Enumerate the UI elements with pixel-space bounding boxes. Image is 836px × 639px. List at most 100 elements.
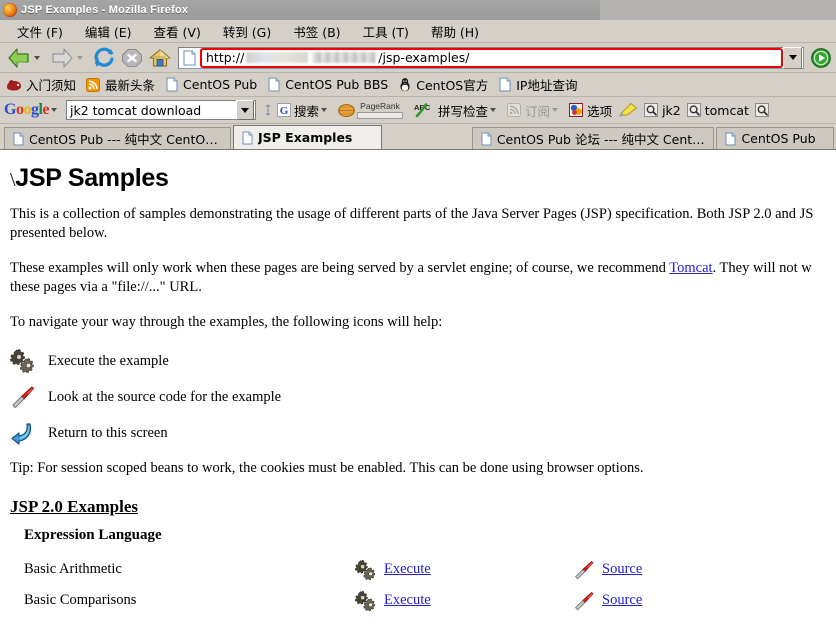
google-logo-caret-icon[interactable] — [51, 108, 57, 112]
navigation-toolbar: http:// /jsp-examples/ — [0, 43, 836, 73]
url-path: /jsp-examples/ — [378, 50, 469, 65]
rss-icon — [507, 103, 522, 117]
bookmark-label: CentOS Pub BBS — [285, 77, 388, 92]
tab-jsp-examples[interactable]: JSP Examples — [233, 125, 382, 149]
intro-paragraph: This is a collection of samples demonstr… — [10, 205, 826, 243]
stop-icon — [120, 47, 144, 69]
home-button[interactable] — [146, 45, 174, 71]
bookmark-label: CentOS Pub — [183, 77, 257, 92]
menu-view[interactable]: 查看 (V) — [143, 20, 212, 43]
gtoolbar-search[interactable]: G 搜索 — [277, 101, 332, 120]
legend-label: Look at the source code for the example — [48, 389, 281, 406]
back-history-caret-icon[interactable] — [34, 56, 40, 60]
gtoolbar-subscribe-caret-icon[interactable] — [552, 108, 558, 112]
reload-button[interactable] — [90, 45, 118, 71]
svg-text:G: G — [280, 105, 289, 117]
servlet-line-2: these pages via a "file://..." URL. — [10, 279, 202, 295]
address-bar[interactable]: http:// /jsp-examples/ — [178, 47, 804, 69]
tab-bar: CentOS Pub --- 纯中文 CentOS 攻略站 JSP Exampl… — [0, 124, 836, 150]
bookmark-latest-headlines[interactable]: 最新头条 — [86, 75, 155, 94]
execute-link[interactable]: Execute — [384, 592, 431, 609]
menu-tools[interactable]: 工具 (T) — [352, 20, 420, 43]
go-button[interactable] — [810, 47, 832, 69]
firefox-icon — [3, 3, 17, 17]
google-logo-e: e — [42, 101, 49, 118]
menu-file[interactable]: 文件 (F) — [6, 20, 74, 43]
gtoolbar-options[interactable]: 选项 — [569, 101, 612, 120]
tab-centos-pub[interactable]: CentOS Pub --- 纯中文 CentOS 攻略站 — [4, 127, 231, 149]
gtoolbar-subscribe[interactable]: 订阅 — [507, 101, 563, 120]
gtoolbar-term-jk2[interactable]: jk2 — [644, 103, 681, 118]
page-icon — [480, 132, 493, 146]
forward-arrow-icon — [49, 46, 75, 70]
menu-bookmarks[interactable]: 书签 (B) — [282, 20, 351, 43]
source-link[interactable]: Source — [602, 561, 642, 578]
example-source-cell: Source — [572, 559, 642, 581]
servlet-text-after: . They will not w — [713, 260, 812, 276]
subsection-title-expression-language: Expression Language — [24, 527, 826, 544]
google-search-box[interactable]: jk2 tomcat download — [66, 100, 256, 120]
servlet-text-before: These examples will only work when these… — [10, 260, 669, 276]
example-source-cell: Source — [572, 590, 642, 612]
tomcat-link[interactable]: Tomcat — [669, 260, 712, 276]
google-logo-g1: G — [4, 101, 16, 118]
gtoolbar-spellcheck-caret-icon[interactable] — [490, 108, 496, 112]
intro-line-2: presented below. — [10, 225, 107, 241]
gtoolbar-term-tomcat[interactable]: tomcat — [687, 103, 749, 118]
page-icon — [241, 131, 254, 145]
menu-edit[interactable]: 编辑 (E) — [74, 20, 143, 43]
bookmark-centos-official[interactable]: CentOS官方 — [398, 75, 488, 94]
google-logo-o2: o — [23, 101, 31, 118]
legend-label: Execute the example — [48, 353, 169, 370]
table-row: Basic Comparisons Execute — [10, 585, 826, 616]
gears-icon — [10, 348, 36, 374]
table-row: Basic Arithmetic Execute — [10, 554, 826, 585]
legend-execute: Execute the example — [10, 348, 826, 374]
find-icon — [687, 103, 702, 118]
bookmark-label: CentOS官方 — [416, 75, 488, 94]
page-icon — [165, 77, 179, 92]
menu-help[interactable]: 帮助 (H) — [420, 20, 490, 43]
source-link[interactable]: Source — [602, 592, 642, 609]
bookmark-label: 入门须知 — [26, 75, 76, 94]
tab-label: CentOS Pub 论坛 --- 纯中文 CentOS ... — [497, 129, 707, 148]
bookmark-centos-pub[interactable]: CentOS Pub — [165, 77, 257, 92]
tab-centos-pub-forum[interactable]: CentOS Pub 论坛 --- 纯中文 CentOS ... — [472, 127, 715, 149]
spellcheck-icon: ABC — [413, 102, 435, 118]
bookmark-label: 最新头条 — [105, 75, 155, 94]
redhat-icon — [6, 78, 22, 92]
reload-icon — [92, 47, 116, 69]
google-search-dropdown-icon[interactable] — [236, 100, 254, 120]
screwdriver-icon — [10, 384, 36, 410]
page-title: \JSP Samples — [10, 164, 826, 193]
highlighter-icon — [618, 102, 638, 118]
screwdriver-icon — [572, 590, 596, 612]
back-arrow-icon — [6, 46, 32, 70]
toolbar-grip — [264, 103, 273, 117]
bookmark-centos-pub-bbs[interactable]: CentOS Pub BBS — [267, 77, 388, 92]
tab-centos-pub-2[interactable]: CentOS Pub — [716, 127, 834, 149]
gtoolbar-spellcheck[interactable]: ABC 拼写检查 — [413, 101, 501, 120]
back-button[interactable] — [4, 45, 47, 71]
pagerank-globe-icon — [338, 103, 355, 118]
gtoolbar-label: jk2 — [662, 103, 681, 118]
forward-history-caret-icon[interactable] — [77, 56, 83, 60]
forward-button[interactable] — [47, 45, 90, 71]
execute-link[interactable]: Execute — [384, 561, 431, 578]
address-bar-dropdown-icon[interactable] — [783, 47, 802, 69]
gtoolbar-term-extra[interactable] — [755, 103, 770, 118]
bookmark-ip-lookup[interactable]: IP地址查询 — [498, 75, 577, 94]
bookmark-getting-started[interactable]: 入门须知 — [6, 75, 76, 94]
google-search-input[interactable]: jk2 tomcat download — [67, 103, 236, 118]
find-icon — [755, 103, 770, 118]
gtoolbar-search-caret-icon[interactable] — [321, 108, 327, 112]
window-titlebar: JSP Examples - Mozilla Firefox — [0, 0, 836, 20]
stop-button[interactable] — [118, 45, 146, 71]
gtoolbar-highlight[interactable] — [618, 102, 638, 118]
pagerank-meter: PageRank — [357, 102, 403, 119]
bookmark-label: IP地址查询 — [516, 75, 577, 94]
titlebar-left: JSP Examples - Mozilla Firefox — [0, 0, 600, 20]
menu-go[interactable]: 转到 (G) — [212, 20, 282, 43]
pagerank-bar — [357, 112, 403, 119]
tab-label: JSP Examples — [258, 130, 352, 145]
